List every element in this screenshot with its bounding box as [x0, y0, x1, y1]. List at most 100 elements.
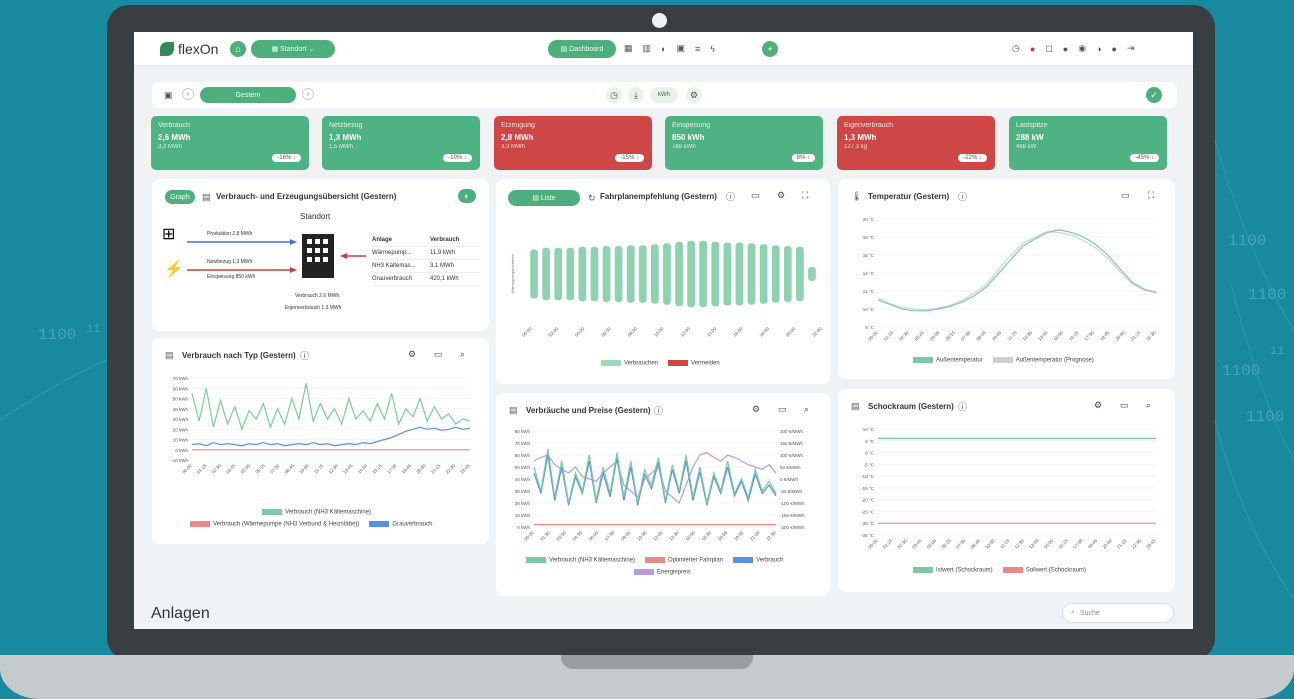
- notification-icon[interactable]: ●: [1030, 43, 1035, 54]
- expand-icon[interactable]: ⛶: [1148, 190, 1154, 201]
- fahrplan-bar: [566, 247, 575, 301]
- brand-logo[interactable]: flexOn: [160, 41, 218, 57]
- user-icon[interactable]: ●: [1112, 43, 1117, 54]
- kpi-card[interactable]: Netzbezug 1,3 MWh 1,5 MWh -10% ↓: [322, 116, 480, 170]
- unit-toggle[interactable]: kWh: [650, 87, 678, 103]
- eye-icon[interactable]: ◉: [1078, 43, 1086, 54]
- toggle-icon[interactable]: ◐: [661, 43, 666, 54]
- period-selector[interactable]: Gestern: [200, 87, 296, 103]
- legend-item: Verbrauch (NH3 Kältemaschine): [262, 509, 371, 516]
- prev-day-button[interactable]: ‹: [182, 88, 194, 100]
- grid-icon[interactable]: ▦: [624, 43, 633, 54]
- x-tick-label: 00:00: [181, 463, 193, 475]
- kpi-value: 2,8 MWh: [501, 133, 534, 142]
- save-icon[interactable]: ▭: [778, 404, 787, 415]
- sliders-icon[interactable]: ≡: [695, 43, 700, 54]
- moon-icon[interactable]: ◑: [1096, 43, 1101, 54]
- consumption-by-type-legend: Verbrauch (NH3 Kältemaschine): [262, 509, 371, 516]
- fahrplan-bar: [614, 246, 623, 302]
- dashboard-tab[interactable]: ▤ Dashboard: [548, 40, 616, 58]
- x-tick-label: 21:00: [749, 530, 761, 542]
- save-icon[interactable]: ▭: [1120, 400, 1129, 411]
- fahrplan-bar: [578, 246, 587, 302]
- location-dropdown[interactable]: ▦ Standort ⌄: [251, 40, 335, 58]
- y-tick-label: 40 kWh: [173, 407, 189, 412]
- x-tick-label: 10:00: [653, 326, 665, 338]
- search-input[interactable]: ⌕ Suche: [1062, 603, 1174, 623]
- kpi-card[interactable]: Eigenverbrauch 1,3 MWh 127,3 kg -22% ↓: [837, 116, 995, 170]
- fahrplan-bar: [638, 245, 647, 303]
- x-tick-label: 00:00: [523, 530, 535, 542]
- y-tick-label: 70 kWh: [515, 441, 531, 446]
- temperature-legend: Außentemperatur Außentemperatur (Prognos…: [913, 357, 1094, 364]
- zoom-icon[interactable]: ⌕: [804, 404, 809, 415]
- y-tick-label: -15 °C: [861, 486, 875, 491]
- gear-icon[interactable]: ⚙: [1094, 400, 1102, 411]
- home-icon[interactable]: ⌂: [230, 41, 246, 57]
- flow-grid-import-label: Netzbezug 1,3 MWh: [207, 259, 253, 265]
- y-tick-label: -25 °C: [861, 509, 875, 514]
- consumption-prices-panel: ▤ Verbräuche und Preise (Gestern) ⓘ ⚙ ▭ …: [496, 393, 830, 596]
- legend-item: Grauverbrauch: [369, 521, 432, 528]
- add-icon[interactable]: +: [762, 41, 778, 57]
- confirm-check-icon[interactable]: ✓: [1146, 87, 1162, 103]
- x-tick-label: 20:00: [1101, 538, 1113, 550]
- kpi-title: Erzeugung: [501, 122, 535, 129]
- gear-icon[interactable]: ⚙: [777, 190, 785, 201]
- save-icon[interactable]: ▭: [1121, 190, 1130, 201]
- kpi-card[interactable]: Einspeisung 850 kWh 788 kWh 8% ↑: [665, 116, 823, 170]
- info-icon[interactable]: ⓘ: [726, 190, 735, 203]
- chat-icon[interactable]: ◻: [1045, 43, 1052, 54]
- kpi-card[interactable]: Verbrauch 2,6 MWh 3,2 MWh -16% ↓: [151, 116, 309, 170]
- x-tick-label: 20:00: [785, 326, 797, 338]
- y-tick-label: -5 °C: [864, 462, 875, 467]
- kpi-card[interactable]: Lastspitze 288 kW 468 kW -45% ↓: [1009, 116, 1167, 170]
- y2-tick-label: -200 €/MWh: [780, 525, 805, 530]
- kpi-title: Lastspitze: [1016, 122, 1048, 129]
- y-tick-label: -35 °C: [861, 533, 875, 538]
- gear-icon[interactable]: ⚙: [686, 87, 702, 103]
- schedule-icon[interactable]: ▥: [643, 43, 652, 54]
- calendar-icon[interactable]: ▣: [676, 43, 685, 54]
- logout-icon[interactable]: ⇥: [1127, 43, 1135, 54]
- building-icon: ▦: [271, 46, 281, 53]
- legend-item: Istwert (Schockraum): [913, 567, 993, 574]
- next-day-button[interactable]: ›: [302, 88, 314, 100]
- clock-icon[interactable]: ◷: [606, 87, 622, 103]
- calendar-icon[interactable]: ▣: [164, 90, 173, 101]
- x-tick-label: 00:00: [867, 538, 879, 550]
- y-tick-label: 10 °C: [863, 307, 875, 312]
- list-toggle-button[interactable]: ▤ Liste: [508, 190, 580, 206]
- y-tick-label: 30 kWh: [173, 417, 189, 422]
- user-icons: ◷ ● ◻ ● ◉ ◑ ● ⇥: [1012, 43, 1135, 54]
- chart-icon: ▤: [851, 401, 860, 411]
- x-tick-label: 21:15: [1130, 330, 1142, 342]
- save-icon[interactable]: ▭: [751, 190, 760, 201]
- download-icon[interactable]: ⤓: [628, 87, 644, 103]
- fahrplan-bar: [675, 241, 683, 307]
- info-icon[interactable]: ⓘ: [300, 349, 309, 362]
- fahrplan-chart: Wärmepumpenbetrieb 00:00 02:00 04:00 06:00 08…: [510, 240, 823, 338]
- zoom-icon[interactable]: ⌕: [460, 349, 465, 360]
- settings-icon[interactable]: ●: [1063, 43, 1068, 54]
- kpi-value: 2,6 MWh: [158, 133, 191, 142]
- info-icon[interactable]: ⓘ: [654, 404, 663, 417]
- zoom-icon[interactable]: ⌕: [1146, 400, 1151, 411]
- gear-icon[interactable]: ⚙: [752, 404, 760, 415]
- bolt-icon[interactable]: ϟ: [710, 43, 715, 54]
- expand-icon[interactable]: ⛶: [802, 190, 808, 201]
- x-tick-label: 15:00: [357, 463, 369, 475]
- y-tick-label: 30 kWh: [515, 489, 531, 494]
- x-tick-label: 20:00: [415, 463, 427, 475]
- x-tick-label: 13:45: [1028, 538, 1040, 550]
- help-icon[interactable]: ◷: [1012, 43, 1020, 54]
- x-tick-label: 22:30: [765, 530, 777, 542]
- info-icon[interactable]: ⓘ: [958, 400, 967, 413]
- kpi-delta-badge: 8% ↑: [791, 154, 815, 162]
- gear-icon[interactable]: ⚙: [408, 349, 416, 360]
- info-icon[interactable]: ⓘ: [958, 190, 967, 203]
- save-icon[interactable]: ▭: [434, 349, 443, 360]
- temperature-title: Temperatur (Gestern): [868, 192, 950, 201]
- kpi-card[interactable]: Erzeugung 2,8 MWh 3,3 MWh -15% ↓: [494, 116, 652, 170]
- fahrplan-bar: [626, 245, 635, 303]
